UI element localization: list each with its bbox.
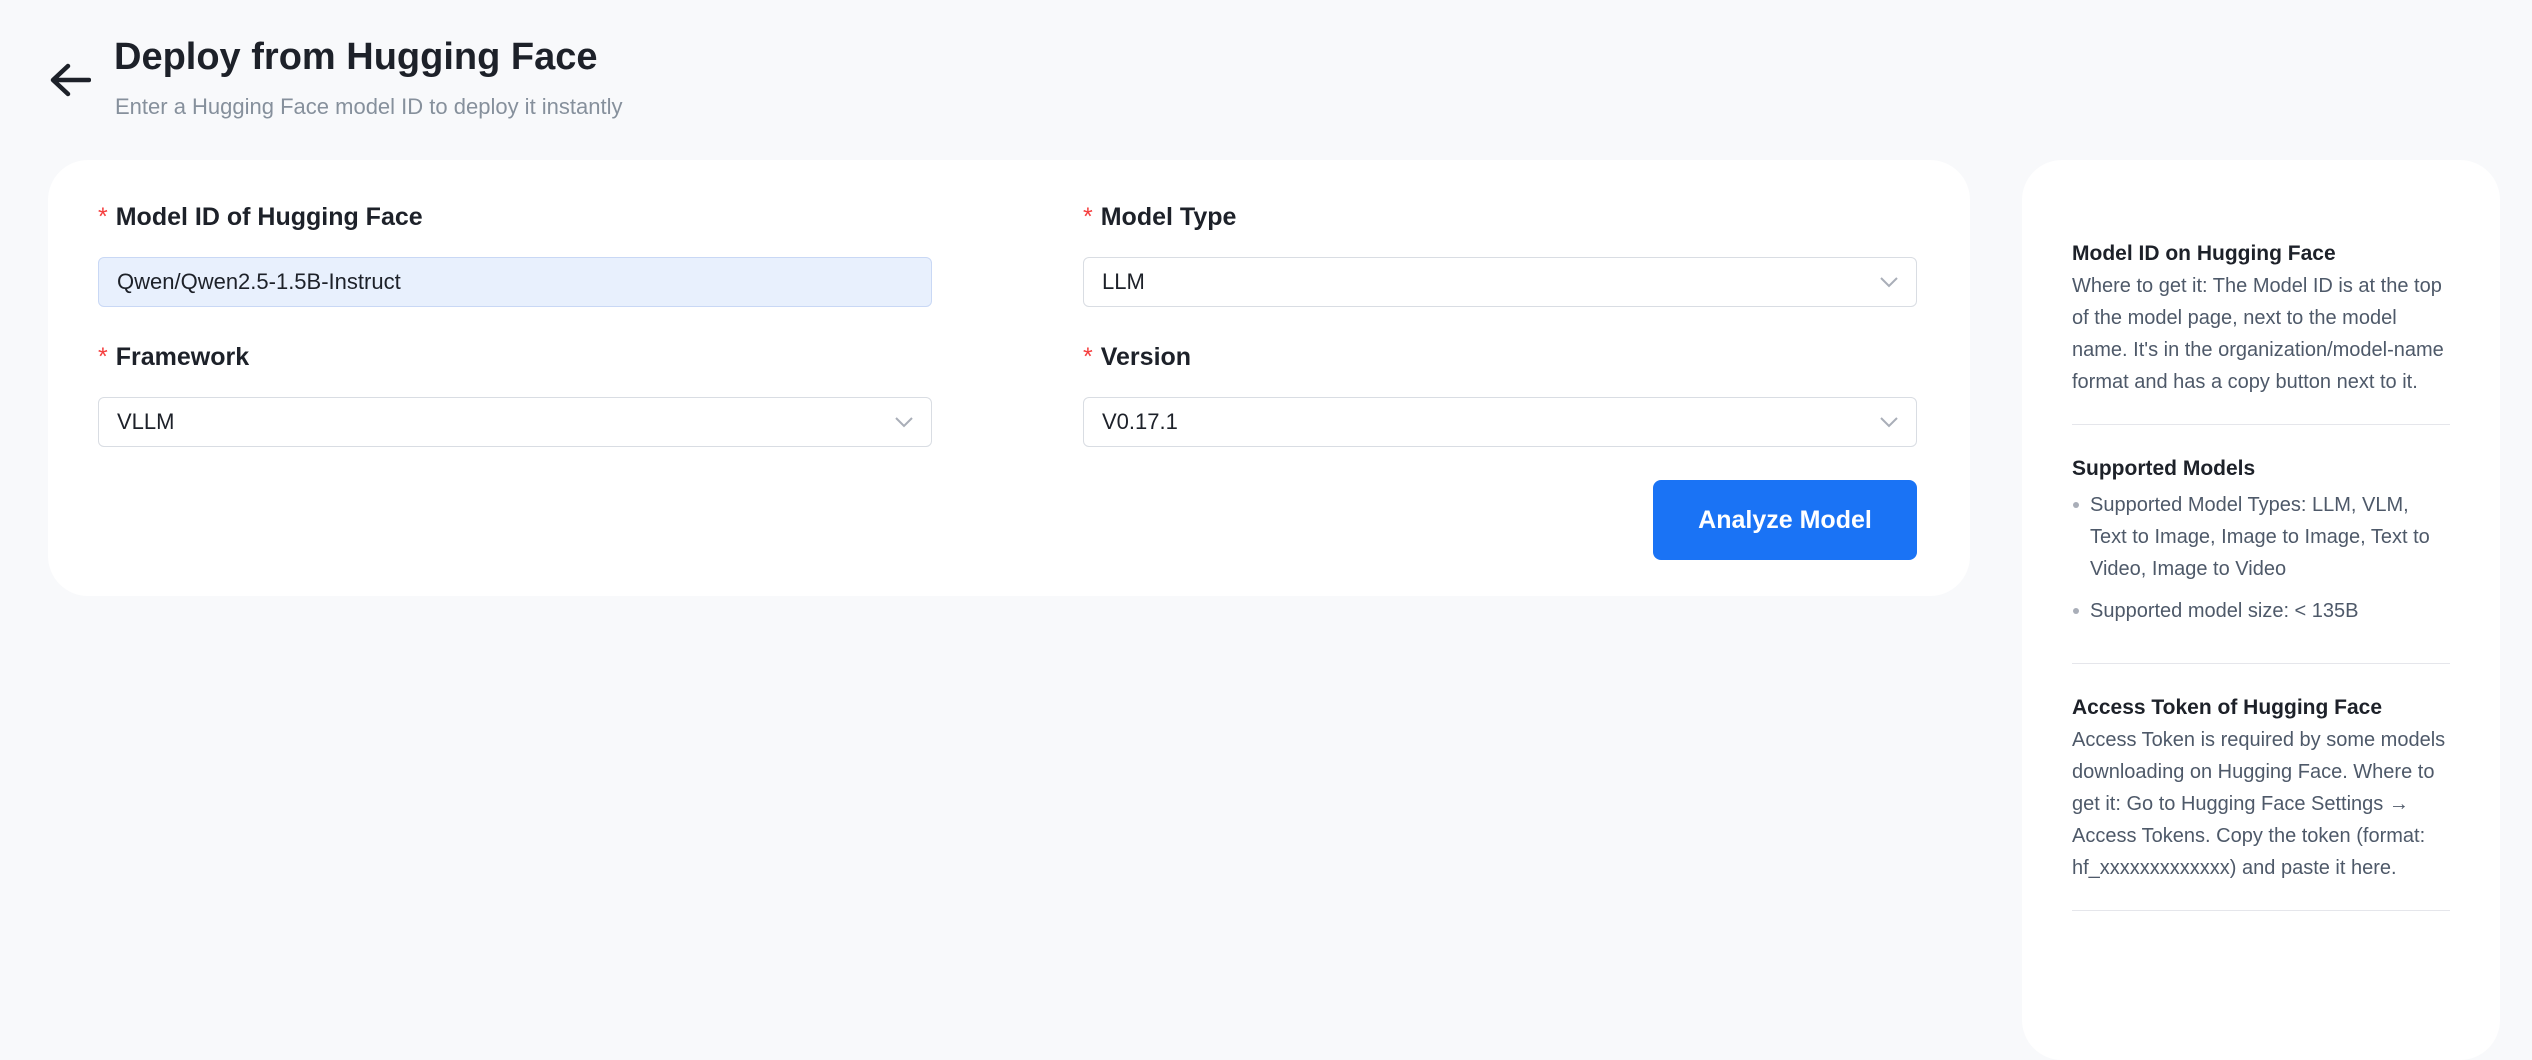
- model-type-label: * Model Type: [1083, 200, 1917, 234]
- required-mark: *: [1083, 342, 1093, 371]
- framework-label: * Framework: [98, 340, 932, 374]
- version-label-text: Version: [1100, 342, 1192, 371]
- model-id-input-wrapper: [98, 257, 932, 307]
- model-id-input[interactable]: [117, 269, 913, 295]
- supported-models-section: Supported Models Supported Model Types: …: [2072, 455, 2450, 664]
- framework-field: * Framework VLLM: [98, 340, 932, 447]
- supported-models-list: Supported Model Types: LLM, VLM, Text to…: [2072, 489, 2450, 627]
- deploy-form-card: * Model ID of Hugging Face * Model Type …: [48, 160, 1970, 596]
- chevron-down-icon: [895, 416, 913, 428]
- arrow-left-icon: [50, 63, 91, 97]
- required-mark: *: [98, 342, 108, 371]
- model-id-label: * Model ID of Hugging Face: [98, 200, 932, 234]
- model-id-field: * Model ID of Hugging Face: [98, 200, 932, 307]
- required-mark: *: [98, 202, 108, 231]
- model-type-select[interactable]: LLM: [1083, 257, 1917, 307]
- supported-models-title: Supported Models: [2072, 457, 2256, 480]
- page-title: Deploy from Hugging Face: [114, 36, 598, 78]
- chevron-down-icon: [1880, 276, 1898, 288]
- help-panel: Model ID on Hugging Face Where to get it…: [2022, 160, 2500, 1060]
- back-button[interactable]: [48, 58, 92, 102]
- model-type-field: * Model Type LLM: [1083, 200, 1917, 307]
- list-item: Supported Model Types: LLM, VLM, Text to…: [2072, 489, 2450, 585]
- analyze-model-button[interactable]: Analyze Model: [1653, 480, 1917, 560]
- access-token-help-title: Access Token of Hugging Face: [2072, 696, 2383, 719]
- framework-select[interactable]: VLLM: [98, 397, 932, 447]
- page-subtitle: Enter a Hugging Face model ID to deploy …: [115, 94, 623, 119]
- model-type-label-text: Model Type: [1100, 202, 1237, 231]
- framework-value: VLLM: [117, 409, 175, 434]
- access-token-help-section: Access Token of Hugging Face Access Toke…: [2072, 694, 2450, 911]
- model-id-help-section: Model ID on Hugging Face Where to get it…: [2072, 240, 2450, 425]
- model-type-value: LLM: [1102, 269, 1145, 294]
- chevron-down-icon: [1880, 416, 1898, 428]
- required-mark: *: [1083, 202, 1093, 231]
- framework-label-text: Framework: [115, 342, 250, 371]
- version-select[interactable]: V0.17.1: [1083, 397, 1917, 447]
- version-field: * Version V0.17.1: [1083, 340, 1917, 447]
- model-id-help-title: Model ID on Hugging Face: [2072, 242, 2336, 265]
- access-token-help-text: Access Token is required by some models …: [2072, 729, 2446, 879]
- version-label: * Version: [1083, 340, 1917, 374]
- model-id-help-text: Where to get it: The Model ID is at the …: [2072, 275, 2444, 393]
- version-value: V0.17.1: [1102, 409, 1178, 434]
- model-id-label-text: Model ID of Hugging Face: [115, 202, 423, 231]
- list-item: Supported model size: < 135B: [2072, 595, 2450, 627]
